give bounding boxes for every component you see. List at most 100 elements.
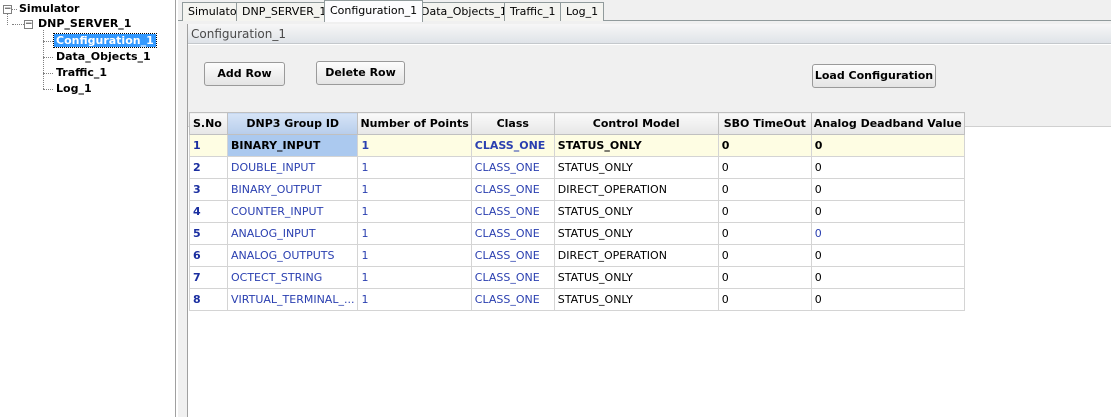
cell-class[interactable]: CLASS_ONE — [470, 288, 555, 311]
cell-number-of-points[interactable]: 1 — [357, 266, 472, 289]
tab-dnp-server[interactable]: DNP_SERVER_1 — [236, 2, 333, 21]
document-area: Simulator DNP_SERVER_1 Configuration_1 D… — [178, 0, 1111, 417]
grid-body: 1 BINARY_INPUT 1 CLASS_ONE STATUS_ONLY 0 0 2 DOU… — [189, 134, 965, 311]
tree-node-label: DNP_SERVER_1 — [38, 17, 132, 30]
table-row[interactable]: 8 VIRTUAL_TERMINAL_... 1 CLASS_ONE STATUS_ON… — [189, 288, 965, 311]
column-header-group-id[interactable]: DNP3 Group ID — [226, 112, 359, 135]
cell-number-of-points[interactable]: 1 — [357, 222, 472, 245]
tree-node-configuration[interactable]: Configuration_1 — [53, 33, 157, 49]
panel-title: Configuration_1 — [188, 24, 1111, 44]
cell-group-id[interactable]: BINARY_OUTPUT — [226, 178, 359, 201]
cell-analog-deadband[interactable]: 0 — [810, 134, 965, 157]
configuration-grid: S.No DNP3 Group ID Number of Points Clas… — [189, 112, 965, 311]
table-row[interactable]: 6 ANALOG_OUTPUTS 1 CLASS_ONE DIRECT_OPERATIO… — [189, 244, 965, 267]
cell-group-id[interactable]: DOUBLE_INPUT — [226, 156, 359, 179]
cell-control-model[interactable]: STATUS_ONLY — [553, 134, 719, 157]
cell-sbo-timeout[interactable]: 0 — [717, 178, 812, 201]
tree-node-dnp-server[interactable]: DNP_SERVER_1 — [36, 16, 133, 32]
tree-node-data-objects[interactable]: Data_Objects_1 — [54, 49, 153, 65]
delete-row-button[interactable]: Delete Row — [316, 61, 405, 85]
collapse-server-icon[interactable]: − — [24, 20, 33, 29]
cell-analog-deadband[interactable]: 0 — [810, 222, 965, 245]
tree-node-simulator[interactable]: Simulator — [17, 1, 81, 17]
cell-analog-deadband[interactable]: 0 — [810, 156, 965, 179]
cell-sbo-timeout[interactable]: 0 — [717, 222, 812, 245]
cell-sbo-timeout[interactable]: 0 — [717, 266, 812, 289]
cell-analog-deadband[interactable]: 0 — [810, 288, 965, 311]
column-header-number-of-points[interactable]: Number of Points — [357, 112, 472, 135]
load-configuration-button[interactable]: Load Configuration — [812, 64, 936, 88]
column-header-sbo-timeout[interactable]: SBO TimeOut — [717, 112, 812, 135]
table-row[interactable]: 2 DOUBLE_INPUT 1 CLASS_ONE STATUS_ONLY 0 0 — [189, 156, 965, 179]
tree-node-log[interactable]: Log_1 — [54, 81, 94, 97]
table-row[interactable]: 1 BINARY_INPUT 1 CLASS_ONE STATUS_ONLY 0 0 — [189, 134, 965, 157]
cell-sno[interactable]: 5 — [189, 222, 228, 245]
cell-control-model[interactable]: STATUS_ONLY — [553, 288, 719, 311]
cell-control-model[interactable]: STATUS_ONLY — [553, 222, 719, 245]
table-row[interactable]: 5 ANALOG_INPUT 1 CLASS_ONE STATUS_ONLY 0 0 — [189, 222, 965, 245]
grid-header-row: S.No DNP3 Group ID Number of Points Clas… — [189, 112, 965, 135]
tree-node-label: Log_1 — [56, 82, 92, 95]
tree-connector — [12, 24, 24, 25]
cell-group-id[interactable]: OCTECT_STRING — [226, 266, 359, 289]
cell-group-id[interactable]: VIRTUAL_TERMINAL_... — [226, 288, 359, 311]
cell-class[interactable]: CLASS_ONE — [470, 244, 555, 267]
column-header-control-model[interactable]: Control Model — [553, 112, 719, 135]
cell-sbo-timeout[interactable]: 0 — [717, 244, 812, 267]
cell-number-of-points[interactable]: 1 — [357, 244, 472, 267]
cell-sno[interactable]: 2 — [189, 156, 228, 179]
table-row[interactable]: 4 COUNTER_INPUT 1 CLASS_ONE STATUS_ONLY 0 0 — [189, 200, 965, 223]
cell-sno[interactable]: 1 — [189, 134, 228, 157]
cell-group-id[interactable]: ANALOG_OUTPUTS — [226, 244, 359, 267]
cell-class[interactable]: CLASS_ONE — [470, 222, 555, 245]
cell-number-of-points[interactable]: 1 — [357, 156, 472, 179]
column-header-sno[interactable]: S.No — [189, 112, 228, 135]
cell-control-model[interactable]: STATUS_ONLY — [553, 156, 719, 179]
cell-control-model[interactable]: DIRECT_OPERATION — [553, 244, 719, 267]
cell-group-id[interactable]: COUNTER_INPUT — [226, 200, 359, 223]
cell-sno[interactable]: 3 — [189, 178, 228, 201]
add-row-button[interactable]: Add Row — [204, 62, 285, 86]
table-row[interactable]: 3 BINARY_OUTPUT 1 CLASS_ONE DIRECT_OPERATION… — [189, 178, 965, 201]
cell-class[interactable]: CLASS_ONE — [470, 156, 555, 179]
cell-class[interactable]: CLASS_ONE — [470, 178, 555, 201]
cell-sbo-timeout[interactable]: 0 — [717, 134, 812, 157]
cell-number-of-points[interactable]: 1 — [357, 134, 472, 157]
tree-node-traffic[interactable]: Traffic_1 — [54, 65, 109, 81]
cell-group-id[interactable]: BINARY_INPUT — [226, 134, 359, 157]
cell-sno[interactable]: 4 — [189, 200, 228, 223]
cell-sbo-timeout[interactable]: 0 — [717, 288, 812, 311]
tree-connector — [43, 89, 53, 90]
tree-node-label: Simulator — [19, 2, 80, 15]
cell-group-id[interactable]: ANALOG_INPUT — [226, 222, 359, 245]
cell-analog-deadband[interactable]: 0 — [810, 266, 965, 289]
cell-analog-deadband[interactable]: 0 — [810, 200, 965, 223]
column-header-analog-deadband[interactable]: Analog Deadband Value — [810, 112, 965, 135]
cell-control-model[interactable]: DIRECT_OPERATION — [553, 178, 719, 201]
column-header-class[interactable]: Class — [470, 112, 555, 135]
cell-sbo-timeout[interactable]: 0 — [717, 200, 812, 223]
tree-connector — [7, 14, 8, 25]
cell-control-model[interactable]: STATUS_ONLY — [553, 266, 719, 289]
cell-number-of-points[interactable]: 1 — [357, 200, 472, 223]
cell-control-model[interactable]: STATUS_ONLY — [553, 200, 719, 223]
table-row[interactable]: 7 OCTECT_STRING 1 CLASS_ONE STATUS_ONLY 0 0 — [189, 266, 965, 289]
tab-data-objects[interactable]: Data_Objects_1 — [415, 2, 513, 21]
cell-class[interactable]: CLASS_ONE — [470, 266, 555, 289]
cell-number-of-points[interactable]: 1 — [357, 288, 472, 311]
cell-analog-deadband[interactable]: 0 — [810, 244, 965, 267]
collapse-root-icon[interactable]: − — [3, 5, 12, 14]
cell-number-of-points[interactable]: 1 — [357, 178, 472, 201]
cell-sno[interactable]: 8 — [189, 288, 228, 311]
cell-class[interactable]: CLASS_ONE — [470, 134, 555, 157]
tree-node-label: Data_Objects_1 — [56, 50, 151, 63]
cell-analog-deadband[interactable]: 0 — [810, 178, 965, 201]
cell-class[interactable]: CLASS_ONE — [470, 200, 555, 223]
navigation-tree: − Simulator − DNP_SERVER_1 Configuration… — [0, 0, 176, 417]
cell-sbo-timeout[interactable]: 0 — [717, 156, 812, 179]
tab-log[interactable]: Log_1 — [560, 2, 605, 21]
tab-traffic[interactable]: Traffic_1 — [504, 2, 562, 21]
cell-sno[interactable]: 6 — [189, 244, 228, 267]
tab-configuration[interactable]: Configuration_1 — [324, 0, 424, 22]
cell-sno[interactable]: 7 — [189, 266, 228, 289]
